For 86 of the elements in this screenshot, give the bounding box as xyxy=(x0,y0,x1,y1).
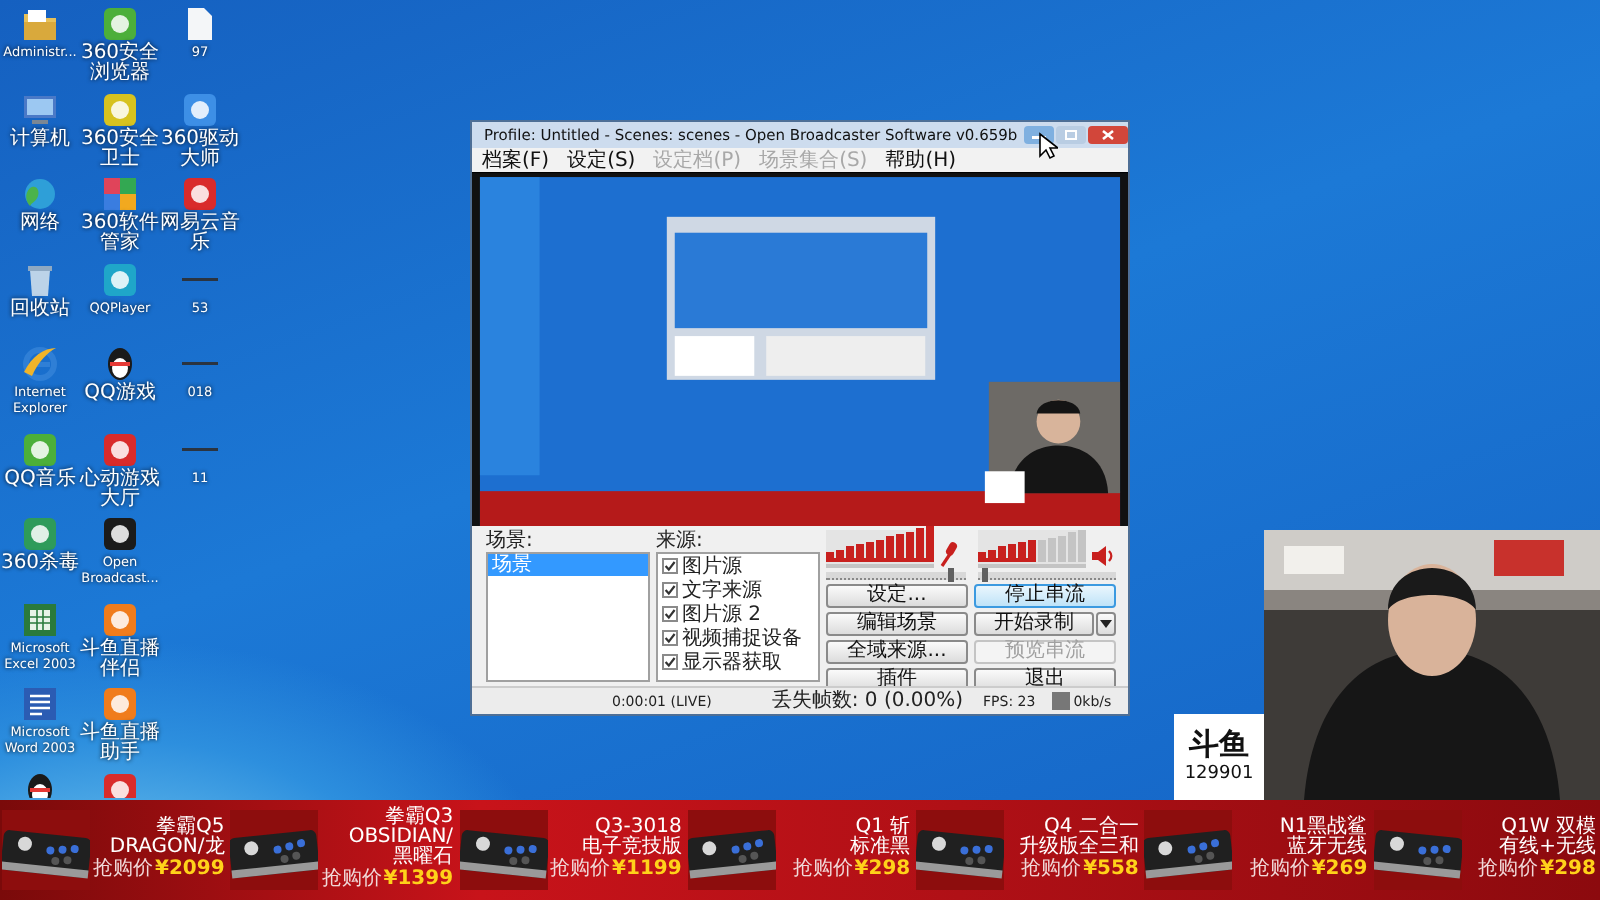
icon-label: 360驱动大师 xyxy=(160,129,240,169)
caret-icon xyxy=(1100,620,1112,628)
volume-slider[interactable] xyxy=(826,572,965,580)
section-label: 场景: xyxy=(486,530,535,552)
product-name: Q3-3018 xyxy=(595,818,682,838)
icon-label: 计算机 xyxy=(10,129,70,149)
product-name: 拳霸Q5 xyxy=(156,818,225,838)
icon-label: 360安全浏览器 xyxy=(80,44,160,84)
price: ¥298 xyxy=(854,858,911,882)
close-button[interactable] xyxy=(1087,126,1128,144)
source-item[interactable]: 图片源 xyxy=(682,555,742,577)
price-label: 抢购价 xyxy=(792,858,853,882)
price-label: 抢购价 xyxy=(1249,858,1310,882)
app-icon[interactable] xyxy=(100,4,140,44)
product-name: 蓝牙无线 xyxy=(1287,838,1368,858)
product-name: 升级版全三和 xyxy=(1018,838,1139,858)
slider-thumb[interactable] xyxy=(981,568,988,582)
icon-label: 360安全卫士 xyxy=(80,129,160,169)
icon-label: 360软件管家 xyxy=(80,214,160,254)
document-icon[interactable] xyxy=(20,684,60,724)
product-name: 电子竞技版 xyxy=(581,838,682,858)
product-name: 有线+无线 xyxy=(1499,838,1596,858)
price-label: 抢购价 xyxy=(1478,858,1539,882)
price: ¥269 xyxy=(1311,858,1368,882)
price: ¥558 xyxy=(1083,858,1139,882)
dropped-frames: 丢失帧数: 0 (0.00%) xyxy=(771,690,964,712)
bitrate-indicator xyxy=(1051,692,1070,710)
room-number: 129901 xyxy=(1184,762,1254,786)
icon-label: 360杀毒 xyxy=(0,554,80,574)
checkbox[interactable] xyxy=(662,606,678,622)
checkbox[interactable] xyxy=(662,630,678,646)
price: ¥1199 xyxy=(612,858,682,882)
icon-label: 网络 xyxy=(20,214,60,234)
button[interactable]: 编辑场景 xyxy=(826,612,968,636)
icon-label: 斗鱼直播伴侣 xyxy=(80,639,160,679)
product-name: N1黑战鲨 xyxy=(1279,818,1368,838)
volume-slider[interactable] xyxy=(977,572,1116,580)
price-label: 抢购价 xyxy=(1021,858,1082,882)
section-label: 来源: xyxy=(656,530,703,552)
folder-icon[interactable] xyxy=(20,4,60,44)
price-label: 抢购价 xyxy=(550,858,611,882)
speaker-icon[interactable] xyxy=(1089,544,1113,568)
product-name: OBSIDIAN/ xyxy=(348,828,454,848)
button[interactable]: 全域来源... xyxy=(826,640,968,664)
price-label: 抢购价 xyxy=(321,868,382,892)
app-icon[interactable] xyxy=(100,514,140,554)
icon-label: 网易云音乐 xyxy=(160,214,240,254)
slider-thumb[interactable] xyxy=(948,568,955,582)
icon-label: 斗鱼直播助手 xyxy=(80,724,160,764)
globe-icon[interactable] xyxy=(20,174,60,214)
source-item[interactable]: 图片源 2 xyxy=(682,603,762,625)
menu-item[interactable]: 档案(F) xyxy=(482,149,550,171)
product-name: Q4 二合一 xyxy=(1043,818,1139,838)
menu-item[interactable]: 设定(S) xyxy=(567,149,636,171)
product-name: 标准黑 xyxy=(850,838,911,858)
icon-label: QQ游戏 xyxy=(84,384,156,404)
button[interactable]: 开始录制 xyxy=(974,612,1094,636)
icon-label: QQ音乐 xyxy=(4,469,76,489)
product-name: Q1W 双模 xyxy=(1501,818,1596,838)
source-item[interactable]: 文字来源 xyxy=(682,579,762,601)
price-label: 抢购价 xyxy=(92,858,153,882)
browser-icon[interactable] xyxy=(20,344,60,384)
dropdown-button[interactable] xyxy=(1096,612,1116,636)
checkbox[interactable] xyxy=(662,654,678,670)
spreadsheet-icon[interactable] xyxy=(20,599,60,639)
source-item[interactable]: 视频捕捉设备 xyxy=(682,627,802,649)
product-name: Q1 斩 xyxy=(855,818,911,838)
icon-label: 回收站 xyxy=(10,299,70,319)
icon-label: 心动游戏大厅 xyxy=(80,469,160,509)
app-icon[interactable] xyxy=(100,89,140,129)
product-name: 黑曜石 xyxy=(393,848,454,868)
product-name: 拳霸Q3 xyxy=(384,808,454,828)
button[interactable]: 停止串流 xyxy=(974,584,1116,608)
button[interactable]: 设定... xyxy=(826,584,968,608)
channel-logo: 斗鱼 xyxy=(1189,728,1249,762)
price: ¥2099 xyxy=(154,858,225,882)
cursor-icon xyxy=(1038,132,1058,160)
product-name: DRAGON/龙 xyxy=(109,838,225,858)
menu-item[interactable]: 帮助(H) xyxy=(885,149,957,171)
price: ¥298 xyxy=(1540,858,1596,882)
microphone-icon[interactable] xyxy=(938,540,958,568)
app-icon[interactable] xyxy=(180,89,220,129)
source-item[interactable]: 显示器获取 xyxy=(682,651,782,673)
checkbox[interactable] xyxy=(662,582,678,598)
price: ¥1399 xyxy=(383,868,454,892)
checkbox[interactable] xyxy=(662,558,678,574)
